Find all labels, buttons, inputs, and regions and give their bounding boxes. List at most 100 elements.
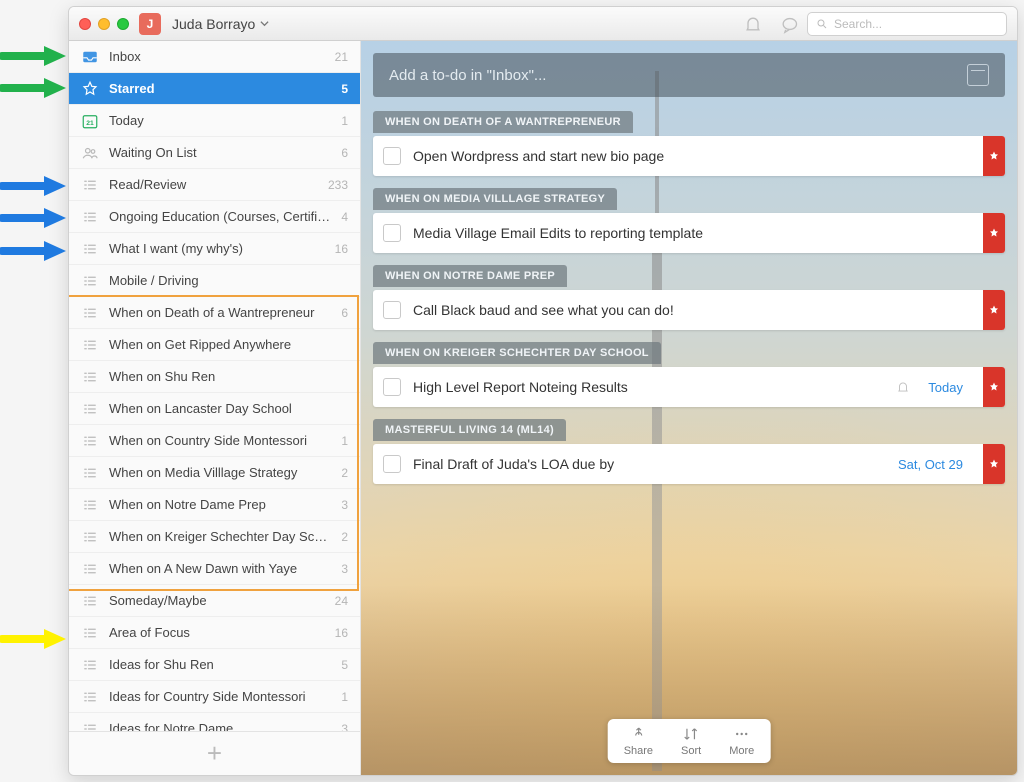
star-flag[interactable] <box>983 213 1005 253</box>
group-header[interactable]: MASTERFUL LIVING 14 (ML14) <box>373 419 566 441</box>
list-icon <box>81 464 99 482</box>
sidebar-item-today[interactable]: 21 Today 1 <box>69 105 360 137</box>
sidebar-item-count: 3 <box>341 722 348 732</box>
sidebar-item-edu[interactable]: Ongoing Education (Courses, Certificatio… <box>69 201 360 233</box>
sidebar-item-wantrepreneur[interactable]: When on Death of a Wantrepreneur 6 <box>69 297 360 329</box>
sidebar-item-waiting[interactable]: Waiting On List 6 <box>69 137 360 169</box>
sidebar-item-why[interactable]: What I want (my why's) 16 <box>69 233 360 265</box>
sidebar-item-inbox[interactable]: Inbox 21 <box>69 41 360 73</box>
annotation-arrow <box>0 42 70 70</box>
sidebar-item-dawn[interactable]: When on A New Dawn with Yaye 3 <box>69 553 360 585</box>
list-icon <box>81 304 99 322</box>
star-flag[interactable] <box>983 444 1005 484</box>
traffic-lights[interactable] <box>79 18 129 30</box>
close-window-button[interactable] <box>79 18 91 30</box>
checkbox[interactable] <box>383 147 401 165</box>
list-icon <box>81 720 99 732</box>
titlebar: J Juda Borrayo Search... <box>69 7 1017 41</box>
sidebar-item-kreiger[interactable]: When on Kreiger Schechter Day School 2 <box>69 521 360 553</box>
reminder-icon <box>896 380 910 394</box>
sidebar-item-ideas-notredame[interactable]: Ideas for Notre Dame 3 <box>69 713 360 731</box>
sidebar-item-lancaster[interactable]: When on Lancaster Day School <box>69 393 360 425</box>
sidebar-item-label: When on Get Ripped Anywhere <box>109 337 338 352</box>
annotation-arrow <box>0 237 70 265</box>
sidebar-item-count: 2 <box>341 466 348 480</box>
sort-button[interactable]: Sort <box>681 725 701 757</box>
minimize-window-button[interactable] <box>98 18 110 30</box>
annotation-arrow <box>0 625 70 653</box>
checkbox[interactable] <box>383 378 401 396</box>
add-todo-placeholder: Add a to-do in "Inbox"... <box>389 67 546 84</box>
sidebar-item-label: When on Death of a Wantrepreneur <box>109 305 331 320</box>
search-icon <box>816 18 828 30</box>
more-button[interactable]: More <box>729 725 754 757</box>
group-header[interactable]: WHEN ON KREIGER SCHECHTER DAY SCHOOL <box>373 342 661 364</box>
sidebar-item-label: Ongoing Education (Courses, Certificatio… <box>109 209 331 224</box>
task-title: High Level Report Noteing Results <box>413 379 884 395</box>
star-flag[interactable] <box>983 136 1005 176</box>
task-group: WHEN ON NOTRE DAME PREP Call Black baud … <box>373 265 1005 330</box>
sidebar-item-count: 24 <box>335 594 348 608</box>
sidebar-item-ripped[interactable]: When on Get Ripped Anywhere <box>69 329 360 361</box>
add-list-button[interactable]: + <box>69 731 360 775</box>
star-flag[interactable] <box>983 367 1005 407</box>
sidebar-item-label: Read/Review <box>109 177 318 192</box>
bell-icon[interactable] <box>743 14 763 34</box>
sidebar-item-ideas-shuren[interactable]: Ideas for Shu Ren 5 <box>69 649 360 681</box>
sidebar-item-starred[interactable]: Starred 5 <box>69 73 360 105</box>
calendar-icon[interactable] <box>967 64 989 86</box>
task-title: Media Village Email Edits to reporting t… <box>413 225 971 241</box>
svg-text:21: 21 <box>86 119 94 126</box>
today-icon: 21 <box>81 112 99 130</box>
sidebar-item-countryside[interactable]: When on Country Side Montessori 1 <box>69 425 360 457</box>
more-label: More <box>729 745 754 757</box>
list-icon <box>81 592 99 610</box>
sidebar-item-count: 16 <box>335 626 348 640</box>
sidebar-item-label: Today <box>109 113 331 128</box>
sidebar-item-read[interactable]: Read/Review 233 <box>69 169 360 201</box>
sidebar-list: Inbox 21 Starred 5 21 Today 1 Waiting On… <box>69 41 360 731</box>
sidebar-item-count: 1 <box>341 434 348 448</box>
checkbox[interactable] <box>383 224 401 242</box>
account-menu[interactable]: J Juda Borrayo <box>139 13 269 35</box>
task-row[interactable]: High Level Report Noteing ResultsToday <box>373 367 1005 407</box>
task-title: Open Wordpress and start new bio page <box>413 148 971 164</box>
search-input[interactable]: Search... <box>807 12 1007 36</box>
add-todo-input[interactable]: Add a to-do in "Inbox"... <box>373 53 1005 97</box>
sidebar-item-ideas-country[interactable]: Ideas for Country Side Montessori 1 <box>69 681 360 713</box>
task-row[interactable]: Call Black baud and see what you can do! <box>373 290 1005 330</box>
sidebar-item-notredame[interactable]: When on Notre Dame Prep 3 <box>69 489 360 521</box>
group-header[interactable]: WHEN ON DEATH OF A WANTREPRENEUR <box>373 111 633 133</box>
group-header[interactable]: WHEN ON NOTRE DAME PREP <box>373 265 567 287</box>
task-row[interactable]: Open Wordpress and start new bio page <box>373 136 1005 176</box>
sidebar-item-label: Starred <box>109 81 331 96</box>
sidebar-item-label: When on Country Side Montessori <box>109 433 331 448</box>
list-icon <box>81 240 99 258</box>
list-icon <box>81 560 99 578</box>
sidebar-item-label: Waiting On List <box>109 145 331 160</box>
sidebar-item-focus[interactable]: Area of Focus 16 <box>69 617 360 649</box>
task-group: WHEN ON MEDIA VILLLAGE STRATEGY Media Vi… <box>373 188 1005 253</box>
star-icon <box>81 80 99 98</box>
sidebar-item-count: 1 <box>341 690 348 704</box>
task-row[interactable]: Media Village Email Edits to reporting t… <box>373 213 1005 253</box>
maximize-window-button[interactable] <box>117 18 129 30</box>
chat-icon[interactable] <box>779 14 799 34</box>
sidebar-item-label: When on Shu Ren <box>109 369 338 384</box>
sidebar-item-someday[interactable]: Someday/Maybe 24 <box>69 585 360 617</box>
group-header[interactable]: WHEN ON MEDIA VILLLAGE STRATEGY <box>373 188 617 210</box>
checkbox[interactable] <box>383 455 401 473</box>
sidebar-item-media[interactable]: When on Media Villlage Strategy 2 <box>69 457 360 489</box>
main-toolbar: Share Sort More <box>608 719 771 763</box>
task-row[interactable]: Final Draft of Juda's LOA due bySat, Oct… <box>373 444 1005 484</box>
list-icon <box>81 400 99 418</box>
sidebar-item-mobile[interactable]: Mobile / Driving <box>69 265 360 297</box>
app-window: J Juda Borrayo Search... Inbox 21 Starre… <box>68 6 1018 776</box>
share-button[interactable]: Share <box>624 725 653 757</box>
content: Inbox 21 Starred 5 21 Today 1 Waiting On… <box>69 41 1017 775</box>
sidebar-item-shuren[interactable]: When on Shu Ren <box>69 361 360 393</box>
annotation-arrow <box>0 74 70 102</box>
checkbox[interactable] <box>383 301 401 319</box>
star-flag[interactable] <box>983 290 1005 330</box>
avatar: J <box>139 13 161 35</box>
